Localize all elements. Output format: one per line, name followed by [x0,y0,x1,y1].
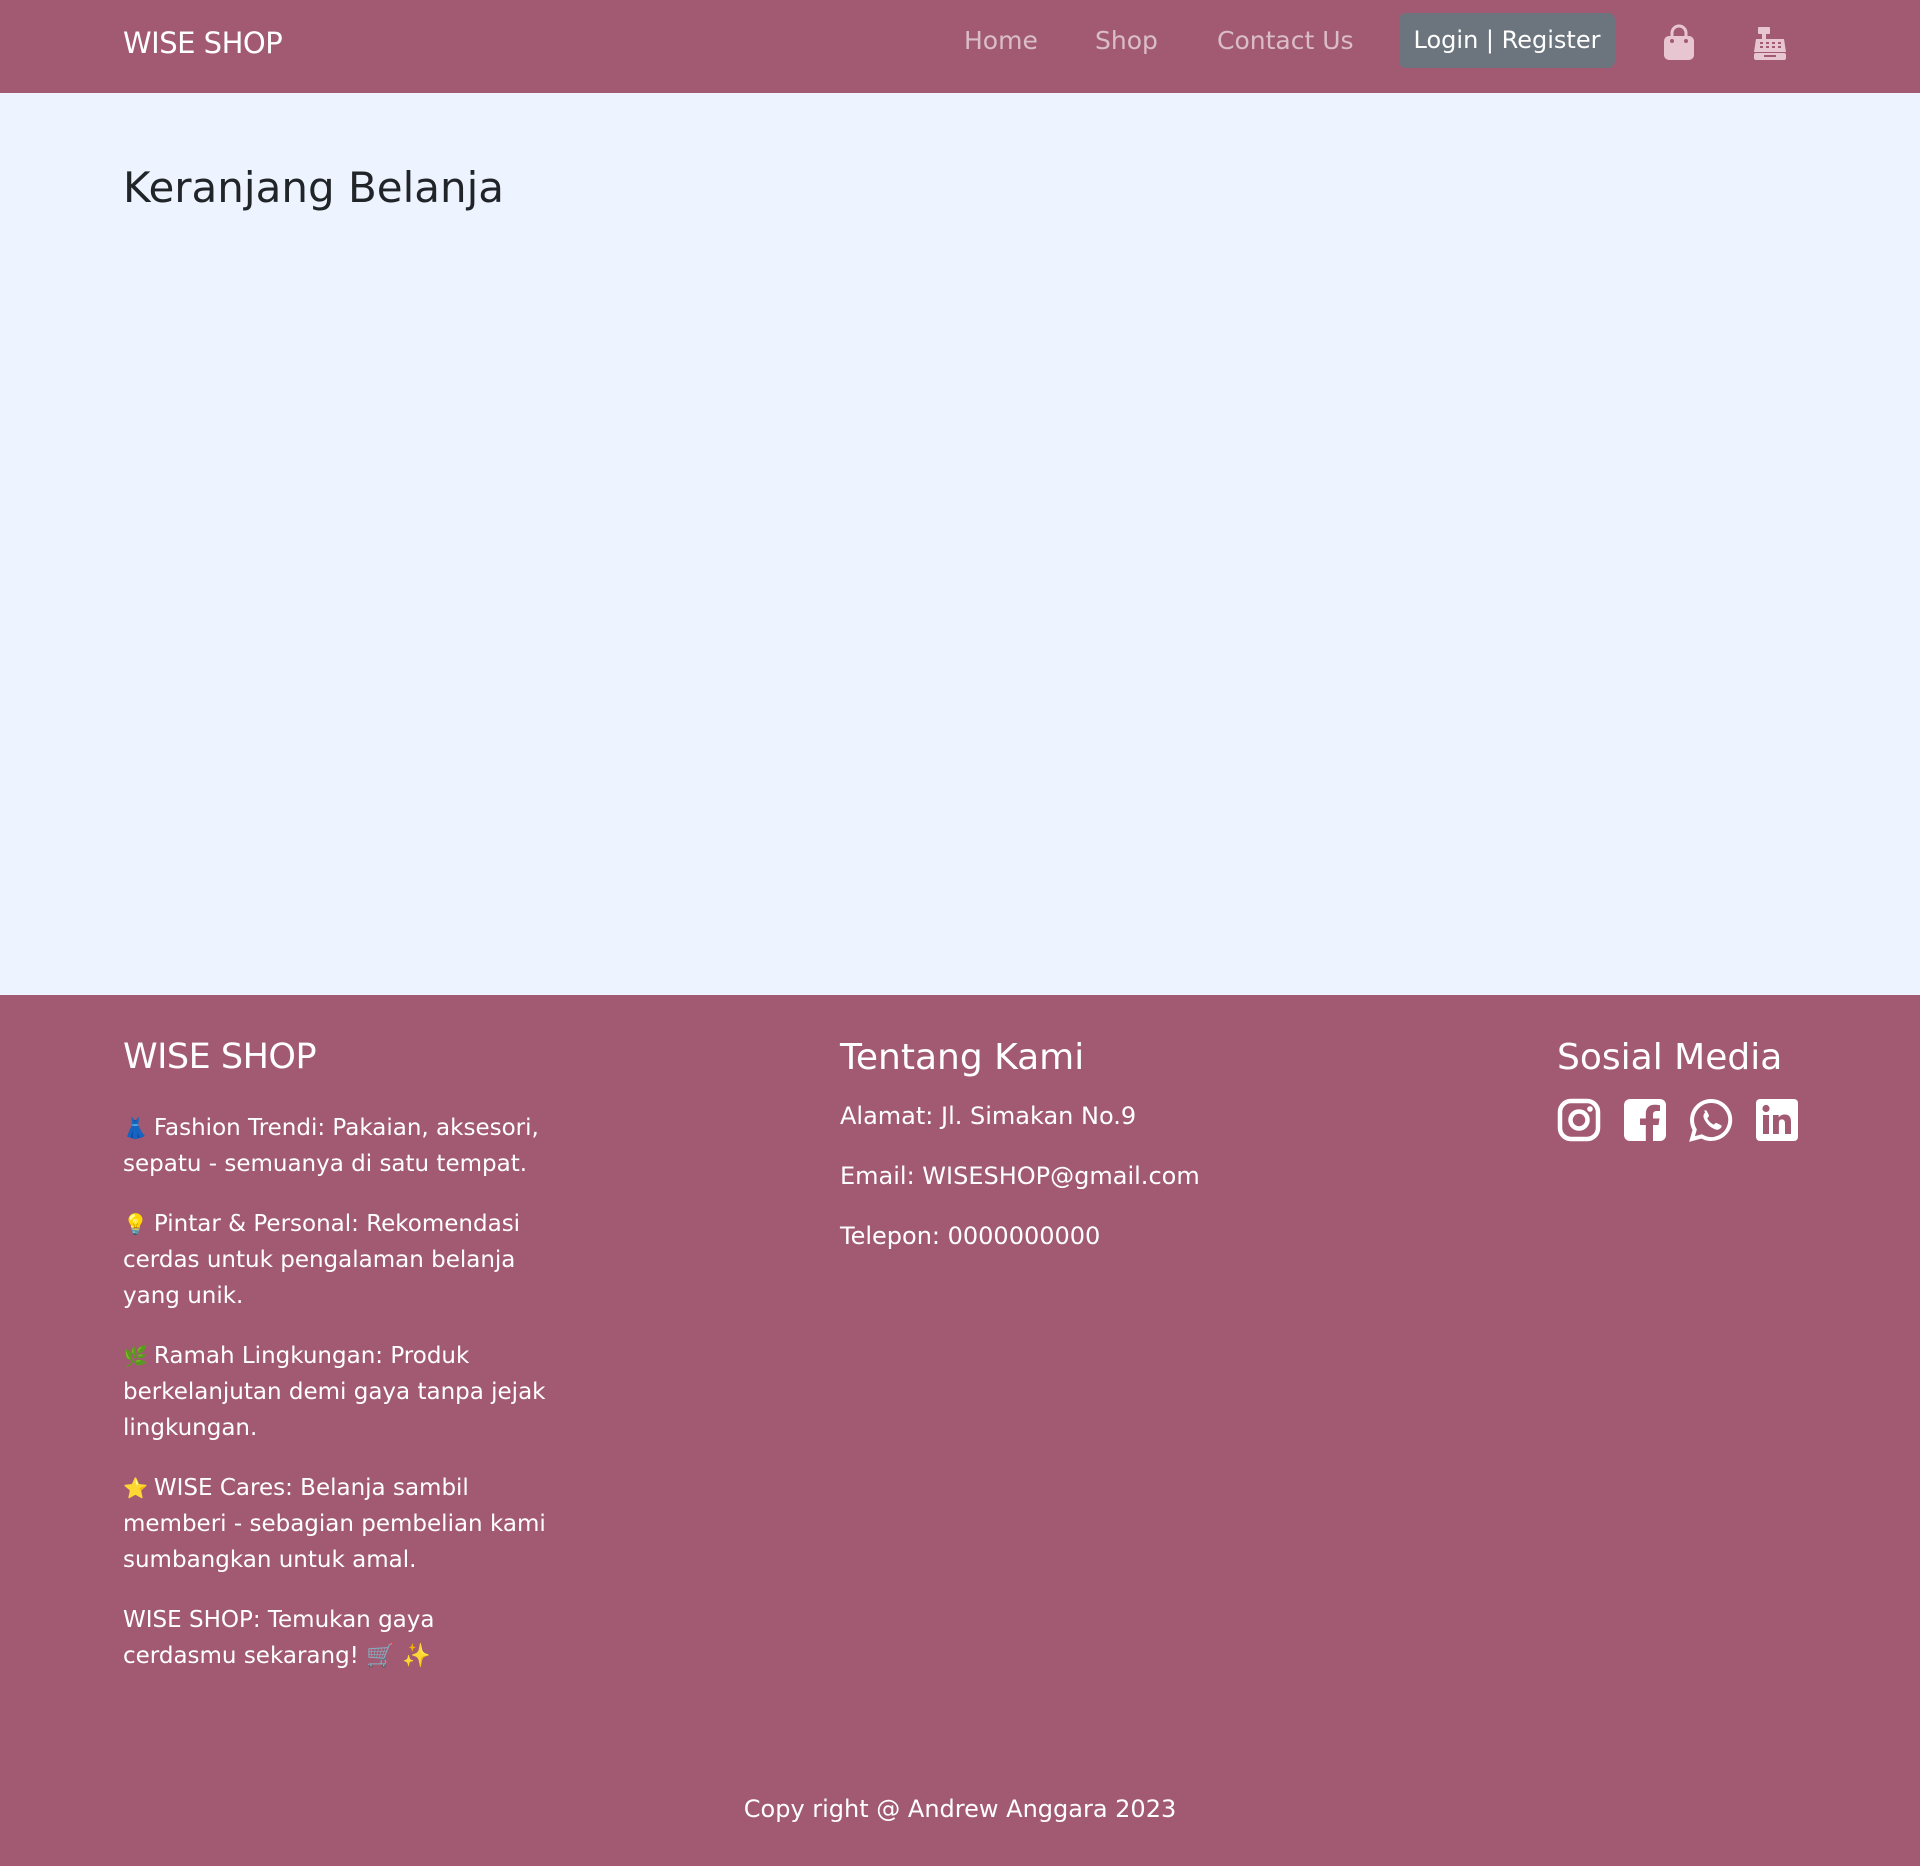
about-title: Tentang Kami [840,1037,1085,1078]
feature-item: 💡 Pintar & Personal: Rekomendasi cerdas u… [123,1206,553,1314]
shopping-bag-icon[interactable] [1661,24,1697,62]
login-register-button[interactable]: Login | Register [1399,13,1615,68]
dress-icon: 👗 [123,1116,148,1140]
copyright-text: Copy right @ Andrew Anggara 2023 [743,1795,1177,1823]
social-icons [1557,1098,1799,1142]
brand-logo[interactable]: WISE SHOP [123,26,283,60]
feature-text: Ramah Lingkungan: Produk berkelanjutan d… [123,1343,546,1441]
address-text: Alamat: Jl. Simakan No.9 [840,1102,1137,1130]
feature-item: 👗 Fashion Trendi: Pakaian, aksesori, sepa… [123,1110,553,1182]
nav-link-contact[interactable]: Contact Us [1217,26,1354,55]
footer: WISE SHOP 👗 Fashion Trendi: Pakaian, akse… [0,995,1920,1866]
social-title: Sosial Media [1557,1037,1783,1078]
footer-tagline: WISE SHOP: Temukan gaya cerdasmu sekaran… [123,1607,435,1669]
email-text: Email: WISESHOP@gmail.com [840,1162,1200,1190]
footer-brand-title: WISE SHOP [123,1037,317,1077]
cash-register-icon[interactable] [1752,24,1788,62]
contact-info: Alamat: Jl. Simakan No.9 Email: WISESHOP… [840,1098,1340,1278]
linkedin-icon[interactable] [1755,1098,1799,1142]
star-icon: ⭐ [123,1476,148,1500]
whatsapp-icon[interactable] [1689,1098,1733,1142]
feature-text: Fashion Trendi: Pakaian, aksesori, sepat… [123,1115,539,1177]
nav-link-shop[interactable]: Shop [1095,26,1158,55]
feature-list: 👗 Fashion Trendi: Pakaian, aksesori, sepa… [123,1110,553,1698]
instagram-icon[interactable] [1557,1098,1601,1142]
lightbulb-icon: 💡 [123,1212,148,1236]
phone-text: Telepon: 0000000000 [840,1222,1101,1250]
facebook-icon[interactable] [1623,1098,1667,1142]
leaf-icon: 🌿 [123,1344,148,1368]
navbar: WISE SHOP Home Shop Contact Us Login | R… [0,0,1920,93]
feature-item: 🌿 Ramah Lingkungan: Produk berkelanjutan … [123,1338,553,1446]
nav-link-home[interactable]: Home [964,26,1038,55]
feature-text: Pintar & Personal: Rekomendasi cerdas un… [123,1211,521,1309]
feature-item: ⭐ WISE Cares: Belanja sambil memberi - se… [123,1470,553,1578]
page-title: Keranjang Belanja [123,163,505,212]
feature-text: WISE Cares: Belanja sambil memberi - seb… [123,1475,546,1573]
main-content: Keranjang Belanja [0,93,1920,995]
